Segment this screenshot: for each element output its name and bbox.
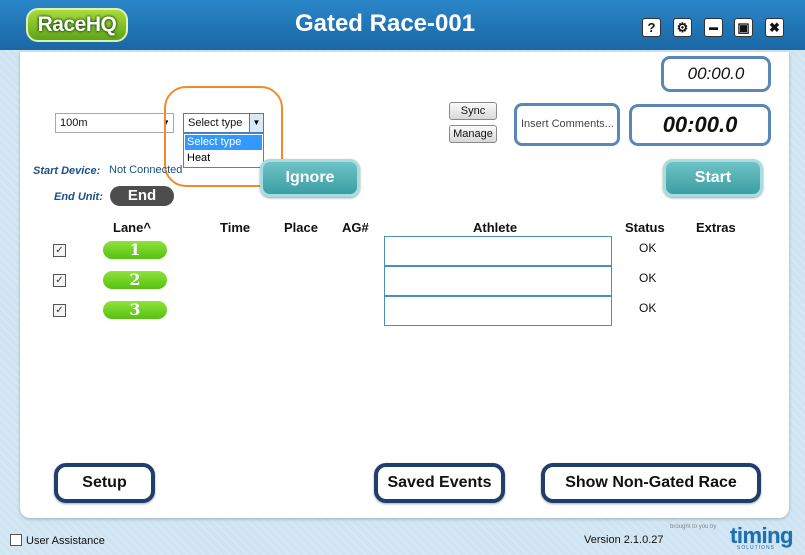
comments-input[interactable]: Insert Comments...	[514, 103, 620, 146]
column-header-time[interactable]: Time	[220, 220, 250, 235]
show-non-gated-race-button[interactable]: Show Non-Gated Race	[541, 463, 761, 503]
athlete-input[interactable]	[384, 266, 612, 296]
timer-large-display: 00:00.0	[629, 104, 771, 146]
row-select-checkbox[interactable]: ✓	[53, 304, 66, 317]
saved-events-button[interactable]: Saved Events	[374, 463, 505, 503]
athlete-input[interactable]	[384, 236, 612, 266]
help-icon[interactable]: ?	[642, 18, 661, 37]
close-icon[interactable]: ✖	[765, 18, 784, 37]
column-header-lane[interactable]: Lane^	[113, 220, 151, 235]
column-header-ag[interactable]: AG#	[342, 220, 369, 235]
column-header-athlete[interactable]: Athlete	[473, 220, 517, 235]
brought-by-label: brought to you by	[670, 524, 717, 530]
timing-solutions-sub: SOLUTIONS	[737, 545, 775, 551]
racehq-logo: RaceHQ	[26, 8, 128, 42]
start-device-label: Start Device:	[33, 165, 101, 177]
row-select-checkbox[interactable]: ✓	[53, 244, 66, 257]
timer-small-display: 00:00.0	[661, 56, 771, 92]
row-select-checkbox[interactable]: ✓	[53, 274, 66, 287]
user-assistance-checkbox[interactable]	[10, 534, 22, 546]
end-unit-label: End Unit:	[54, 191, 103, 203]
title-bar: RaceHQ Gated Race-001 ? ⚙ ▬ ▣ ✖	[0, 0, 805, 50]
maximize-icon[interactable]: ▣	[734, 18, 753, 37]
lane-button[interactable]: 1	[103, 241, 167, 259]
row-status: OK	[639, 271, 657, 285]
row-status: OK	[639, 241, 657, 255]
start-device-status: Not Connected	[109, 164, 183, 176]
start-button[interactable]: Start	[663, 159, 763, 197]
ignore-button[interactable]: Ignore	[260, 159, 360, 197]
column-header-extras[interactable]: Extras	[696, 220, 736, 235]
window-title: Gated Race-001	[294, 10, 476, 37]
end-button[interactable]: End	[110, 186, 174, 206]
version-label: Version 2.1.0.27	[584, 534, 664, 546]
column-header-place[interactable]: Place	[284, 220, 318, 235]
athlete-input[interactable]	[384, 296, 612, 326]
row-status: OK	[639, 301, 657, 315]
gear-icon[interactable]: ⚙	[673, 18, 692, 37]
setup-button[interactable]: Setup	[54, 463, 155, 503]
distance-select-value: 100m	[60, 117, 88, 129]
user-assistance-label: User Assistance	[26, 535, 105, 547]
column-header-status[interactable]: Status	[625, 220, 665, 235]
lane-button[interactable]: 2	[103, 271, 167, 289]
sync-button[interactable]: Sync	[449, 102, 497, 120]
lane-button[interactable]: 3	[103, 301, 167, 319]
minimize-icon[interactable]: ▬	[704, 18, 723, 37]
manage-button[interactable]: Manage	[449, 125, 497, 143]
distance-select[interactable]: 100m ▼	[55, 113, 174, 133]
